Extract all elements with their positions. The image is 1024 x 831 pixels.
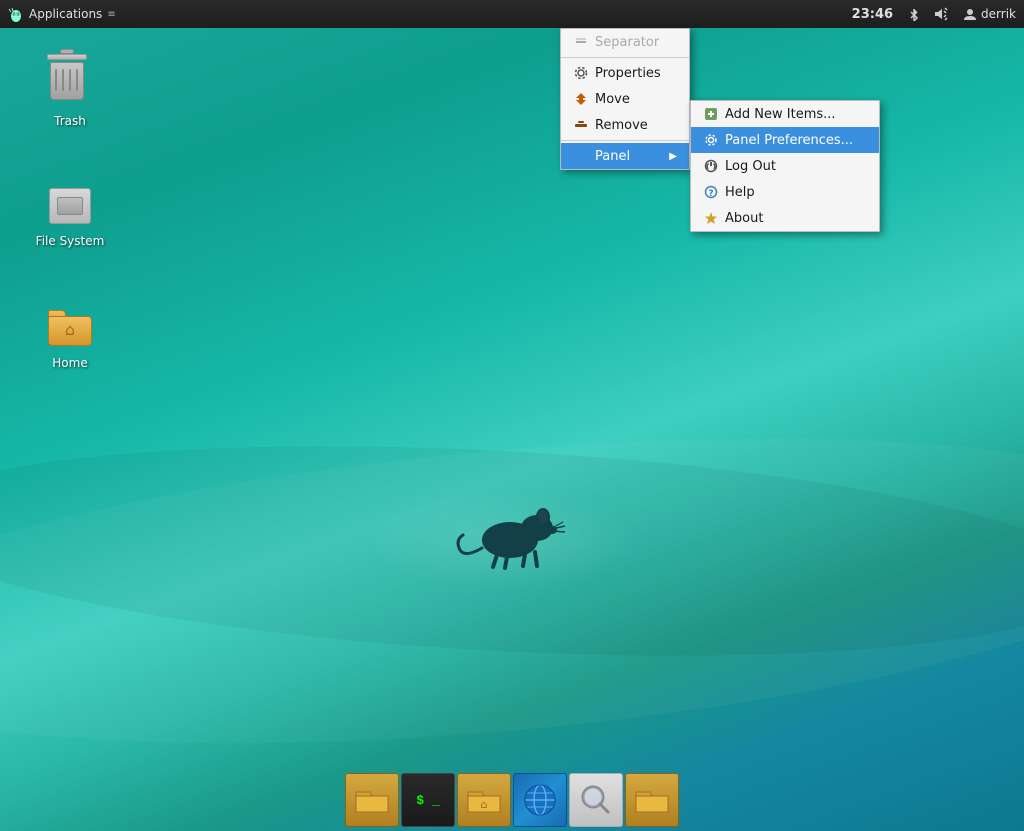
remove-icon <box>573 117 589 133</box>
panel-icon <box>573 148 589 164</box>
desktop-icon-home[interactable]: ⌂ Home <box>30 300 110 374</box>
submenu-item-logout[interactable]: Log Out <box>691 153 879 179</box>
menu-item-separator[interactable]: Separator <box>561 29 689 55</box>
separator-label: Separator <box>595 35 659 50</box>
menu-indicator: ≡ <box>107 9 115 20</box>
bluetooth-icon <box>907 7 921 21</box>
taskbar-item-files2[interactable] <box>625 773 679 827</box>
menu-item-move[interactable]: Move <box>561 86 689 112</box>
folder-icon: ⌂ <box>48 310 92 346</box>
desktop: Applications ≡ 23:46 <box>0 0 1024 831</box>
taskbar-files-icon <box>354 784 390 816</box>
user-label: derrik <box>981 7 1016 21</box>
terminal-text: $ _ <box>416 793 439 808</box>
taskbar-item-home[interactable]: ⌂ <box>457 773 511 827</box>
logout-label: Log Out <box>725 159 776 174</box>
taskbar-item-browser[interactable] <box>513 773 567 827</box>
submenu: Add New Items... Panel Preferences... <box>690 100 880 232</box>
volume-icon <box>933 7 949 21</box>
taskbar-home-icon: ⌂ <box>466 784 502 816</box>
folder-body: ⌂ <box>48 316 92 346</box>
trash-line-3 <box>69 69 71 91</box>
add-items-icon <box>703 106 719 122</box>
applications-menu[interactable]: Applications ≡ <box>0 0 124 28</box>
trash-line-2 <box>62 69 64 91</box>
filesystem-label: File System <box>36 234 105 248</box>
trash-lid <box>47 54 87 60</box>
svg-text:⌂: ⌂ <box>481 798 488 811</box>
clock[interactable]: 23:46 <box>844 0 901 28</box>
about-label: About <box>725 211 763 226</box>
submenu-item-about[interactable]: About <box>691 205 879 231</box>
menu-item-remove[interactable]: Remove <box>561 112 689 138</box>
submenu-item-add-new-items[interactable]: Add New Items... <box>691 101 879 127</box>
volume-button[interactable] <box>927 0 955 28</box>
desktop-icon-filesystem[interactable]: File System <box>30 178 110 252</box>
panel-right: 23:46 <box>844 0 1024 28</box>
add-new-items-label: Add New Items... <box>725 107 836 122</box>
trash-lines <box>55 69 78 91</box>
bottom-taskbar: $ _ ⌂ <box>341 769 683 831</box>
applications-label: Applications <box>29 7 102 21</box>
top-panel: Applications ≡ 23:46 <box>0 0 1024 28</box>
panel-prefs-gear-icon <box>703 132 719 148</box>
menu-divider-1 <box>561 57 689 58</box>
taskbar-search-icon <box>578 782 614 818</box>
rat-silhouette <box>455 490 565 570</box>
menu-item-panel[interactable]: Panel ▶ <box>561 143 689 169</box>
move-arrow-icon <box>573 91 589 107</box>
panel-label: Panel <box>595 149 630 164</box>
trash-icon-image <box>46 62 94 110</box>
logout-icon <box>703 158 719 174</box>
user-icon <box>963 7 977 21</box>
move-label: Move <box>595 92 630 107</box>
filesystem-icon-image <box>46 182 94 230</box>
bluetooth-button[interactable] <box>901 0 927 28</box>
menu-item-properties[interactable]: Properties <box>561 60 689 86</box>
desktop-icon-trash[interactable]: Trash <box>30 58 110 132</box>
folder-house-icon: ⌂ <box>65 320 75 339</box>
taskbar-files2-icon <box>634 784 670 816</box>
xfce-icon <box>8 6 24 22</box>
separator-icon <box>573 34 589 50</box>
svg-text:?: ? <box>708 189 713 199</box>
taskbar-item-search[interactable] <box>569 773 623 827</box>
submenu-item-panel-preferences[interactable]: Panel Preferences... <box>691 127 879 153</box>
trash-line-4 <box>76 69 78 91</box>
home-label: Home <box>52 356 87 370</box>
home-icon-image: ⌂ <box>46 304 94 352</box>
taskbar-globe-icon <box>522 782 558 818</box>
star-icon <box>703 210 719 226</box>
properties-gear-icon <box>573 65 589 81</box>
panel-item-left: Panel <box>573 148 630 164</box>
remove-label: Remove <box>595 118 648 133</box>
properties-label: Properties <box>595 66 661 81</box>
trash-body <box>50 62 84 100</box>
panel-preferences-label: Panel Preferences... <box>725 133 853 148</box>
taskbar-item-files[interactable] <box>345 773 399 827</box>
context-menu: Separator Properties Move <box>560 28 690 170</box>
trash-line-1 <box>55 69 57 91</box>
taskbar-item-terminal[interactable]: $ _ <box>401 773 455 827</box>
menu-divider-2 <box>561 140 689 141</box>
submenu-arrow-icon: ▶ <box>669 151 677 162</box>
submenu-item-help[interactable]: ? Help <box>691 179 879 205</box>
help-label: Help <box>725 185 755 200</box>
hdd-icon <box>49 188 91 224</box>
user-button[interactable]: derrik <box>955 0 1024 28</box>
help-circle-icon: ? <box>703 184 719 200</box>
trash-label: Trash <box>54 114 86 128</box>
